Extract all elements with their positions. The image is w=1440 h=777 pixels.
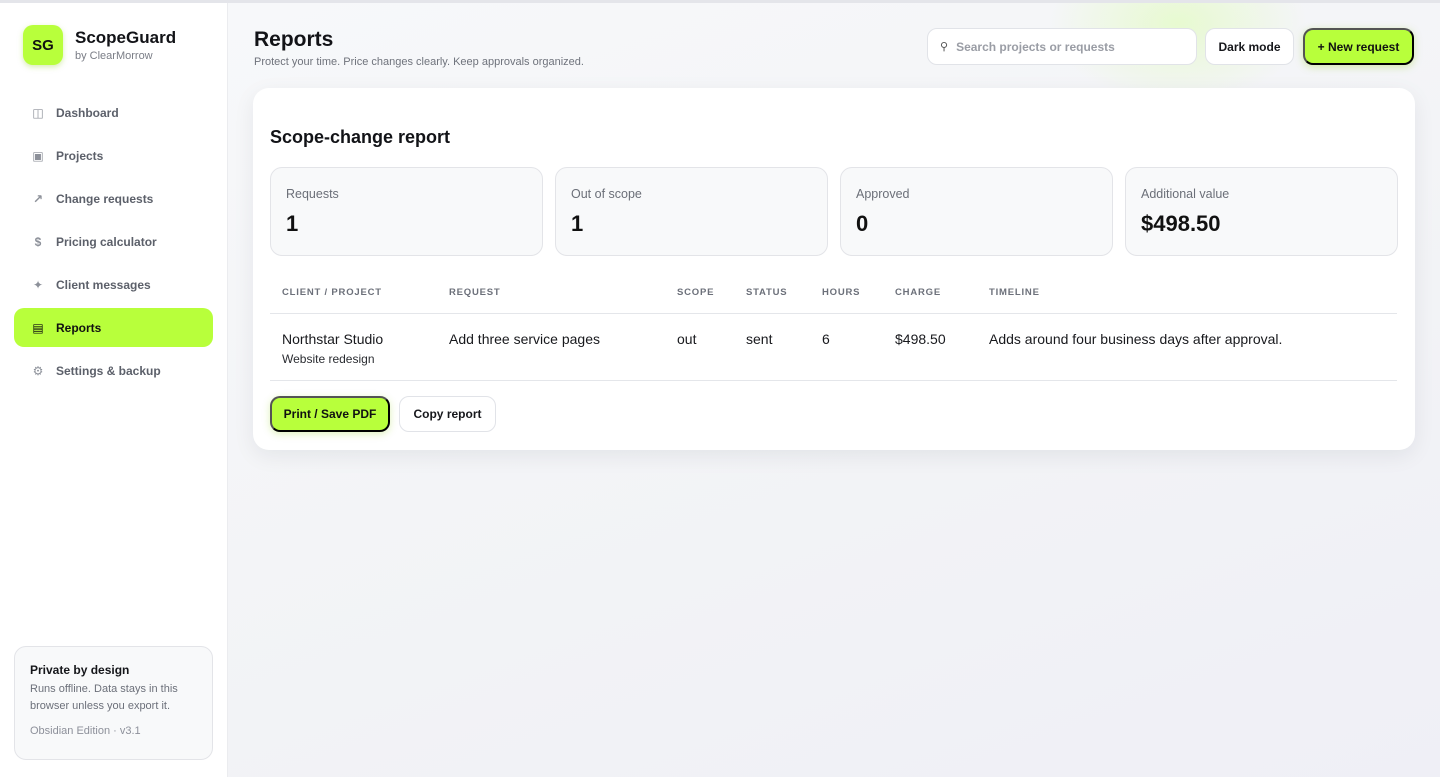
cell-request: Add three service pages	[437, 313, 665, 381]
project-name: Website redesign	[282, 351, 375, 366]
columns-icon: ◫	[32, 105, 44, 120]
cell-charge: $498.50	[883, 313, 977, 381]
sidebar-nav: ◫ Dashboard ▣ Projects ↗ Change requests…	[14, 93, 213, 394]
page-subtitle: Protect your time. Price changes clearly…	[254, 56, 584, 68]
stat-label: Out of scope	[571, 187, 642, 201]
column-header-client-project[interactable]: CLIENT / PROJECT	[270, 273, 437, 314]
sparkle-icon: ✦	[32, 277, 44, 292]
table-header-row: CLIENT / PROJECT REQUEST SCOPE STATUS HO…	[270, 273, 1397, 314]
sidebar-item-label: Client messages	[56, 277, 151, 292]
brand-name: ScopeGuard	[75, 27, 177, 47]
stat-value: 0	[856, 211, 869, 236]
stat-value: 1	[571, 211, 584, 236]
arrow-up-right-icon: ↗	[32, 191, 44, 206]
privacy-title: Private by design	[30, 663, 130, 677]
new-request-button[interactable]: + New request	[1303, 28, 1414, 65]
sidebar-item-client-messages[interactable]: ✦ Client messages	[14, 265, 213, 304]
stat-requests: Requests 1	[270, 167, 543, 256]
brand-sub: by ClearMorrow	[75, 49, 153, 62]
stat-value: $498.50	[1141, 211, 1221, 236]
page-title: Reports	[254, 28, 334, 51]
column-header-scope[interactable]: SCOPE	[665, 273, 734, 314]
column-header-hours[interactable]: HOURS	[810, 273, 883, 314]
stat-out-of-scope: Out of scope 1	[555, 167, 828, 256]
stat-label: Additional value	[1141, 187, 1230, 201]
report-title: Scope-change report	[270, 127, 451, 147]
search-box[interactable]: ⚲	[927, 28, 1197, 65]
stat-label: Approved	[856, 187, 910, 201]
copy-report-button[interactable]: Copy report	[399, 396, 496, 432]
cell-client-project: Northstar Studio Website redesign	[270, 313, 437, 381]
sidebar-item-label: Projects	[56, 148, 104, 163]
dollar-icon: $	[34, 234, 42, 249]
sidebar-item-label: Pricing calculator	[56, 234, 157, 249]
cell-timeline: Adds around four business days after app…	[977, 313, 1397, 381]
sidebar: SG ScopeGuard by ClearMorrow ◫ Dashboard…	[0, 3, 228, 777]
cell-status: sent	[734, 313, 810, 381]
search-icon: ⚲	[940, 41, 949, 53]
dark-mode-button[interactable]: Dark mode	[1205, 28, 1294, 65]
folder-icon: ▣	[32, 148, 44, 163]
cell-hours: 6	[810, 313, 883, 381]
sidebar-item-label: Change requests	[56, 191, 154, 206]
column-header-timeline[interactable]: TIMELINE	[977, 273, 1397, 314]
cell-scope: out	[665, 313, 734, 381]
stat-label: Requests	[286, 187, 339, 201]
search-input[interactable]	[956, 39, 1177, 54]
privacy-text: Runs offline. Data stays in this browser…	[30, 683, 178, 712]
report-card: Scope-change report Requests 1 Out of sc…	[253, 88, 1415, 450]
print-save-pdf-button[interactable]: Print / Save PDF	[270, 396, 390, 432]
sidebar-item-dashboard[interactable]: ◫ Dashboard	[14, 93, 213, 132]
sidebar-item-label: Reports	[56, 320, 102, 335]
brand[interactable]: SG ScopeGuard by ClearMorrow	[23, 25, 176, 65]
sidebar-item-settings-backup[interactable]: ⚙ Settings & backup	[14, 351, 213, 390]
sidebar-item-pricing-calculator[interactable]: $ Pricing calculator	[14, 222, 213, 261]
list-icon: ▤	[32, 320, 44, 335]
stats-row: Requests 1 Out of scope 1 Approved 0 Add…	[270, 167, 1398, 256]
brand-logo: SG	[23, 25, 63, 65]
client-name: Northstar Studio	[282, 330, 384, 347]
version-label: Obsidian Edition · v3.1	[30, 725, 141, 737]
main-content: Reports Protect your time. Price changes…	[228, 3, 1440, 777]
stat-additional-value: Additional value $498.50	[1125, 167, 1398, 256]
report-table: CLIENT / PROJECT REQUEST SCOPE STATUS HO…	[270, 273, 1397, 381]
column-header-request[interactable]: REQUEST	[437, 273, 665, 314]
sidebar-item-change-requests[interactable]: ↗ Change requests	[14, 179, 213, 218]
sidebar-item-label: Settings & backup	[56, 363, 161, 378]
table-row[interactable]: Northstar Studio Website redesign Add th…	[270, 313, 1397, 381]
privacy-card: Private by design Runs offline. Data sta…	[14, 646, 213, 760]
sidebar-item-projects[interactable]: ▣ Projects	[14, 136, 213, 175]
column-header-charge[interactable]: CHARGE	[883, 273, 977, 314]
column-header-status[interactable]: STATUS	[734, 273, 810, 314]
sidebar-item-reports[interactable]: ▤ Reports	[14, 308, 213, 347]
gear-icon: ⚙	[32, 363, 44, 378]
stat-approved: Approved 0	[840, 167, 1113, 256]
sidebar-item-label: Dashboard	[56, 105, 119, 120]
stat-value: 1	[286, 211, 299, 236]
